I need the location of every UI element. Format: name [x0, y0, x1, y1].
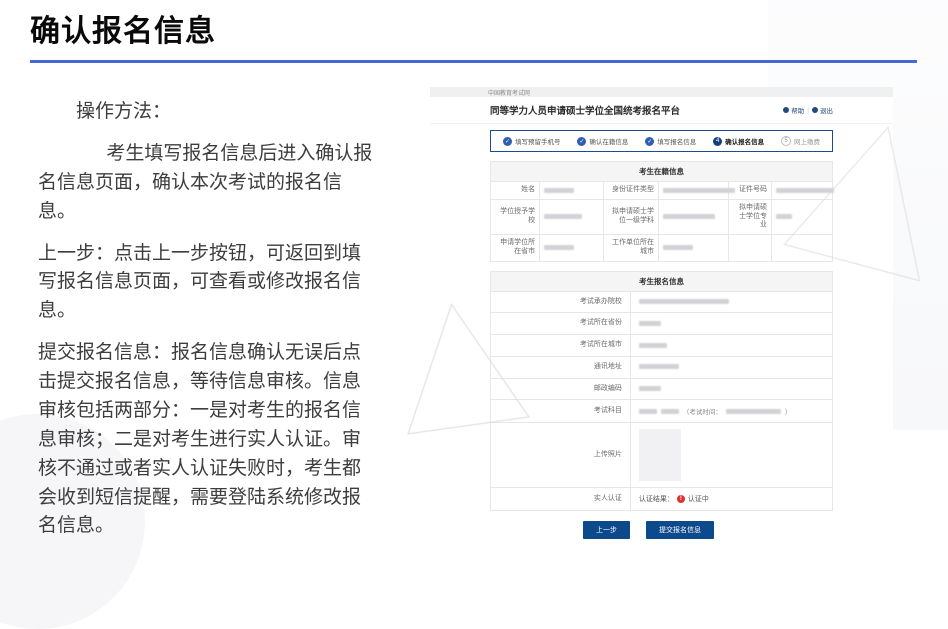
- field-value-redacted: [771, 181, 835, 200]
- field-label: 拟申请硕士学位专业: [727, 198, 773, 236]
- field-value-redacted: [629, 355, 834, 379]
- platform-screenshot: 中国教育考试网 同等学力人员申请硕士学位全国统考报名平台 帮助 | 退出 ✓ 填…: [430, 87, 893, 540]
- step-label: 确认报名信息: [725, 139, 765, 146]
- step-confirm-enrollment[interactable]: ✓ 确认在籍信息: [577, 136, 628, 146]
- alert-icon: !: [676, 495, 685, 504]
- step-fill-phone[interactable]: ✓ 填写预留手机号: [503, 136, 561, 146]
- title-divider: [30, 60, 917, 63]
- field-value-redacted: [629, 312, 834, 335]
- step-label: 填写预留手机号: [515, 139, 561, 146]
- help-label: 帮助: [791, 108, 805, 115]
- table-row: 邮政编码: [490, 377, 834, 401]
- platform-header: 同等学力人员申请硕士学位全国统考报名平台 帮助 | 退出: [430, 97, 893, 124]
- field-label: 考试承办院校: [490, 290, 631, 314]
- field-value-redacted: [629, 290, 834, 314]
- help-icon: [783, 107, 790, 113]
- section-title: 考生在籍信息: [490, 161, 833, 181]
- logout-icon: [812, 107, 818, 113]
- field-label: 申请学位所在省市: [489, 234, 541, 262]
- field-label: 上传照片: [490, 422, 631, 489]
- step-number-badge: 4: [713, 136, 723, 146]
- field-label: 拟申请硕士学位一级学科: [602, 198, 660, 236]
- page-title: 确认报名信息: [30, 15, 216, 48]
- section-enrollment-info: 考生在籍信息 姓名 身份证件类型 证件号码 学位授予学校 拟申请硕士学位一级学科…: [489, 161, 835, 262]
- platform-title: 同等学力人员申请硕士学位全国统考报名平台: [490, 106, 681, 117]
- section-title: 考生报名信息: [490, 270, 833, 291]
- table-row: 实人认证 认证结果： ! 认证中: [490, 487, 834, 512]
- field-value-redacted: [539, 198, 604, 236]
- field-label: 考试所在省份: [490, 312, 631, 335]
- field-value-redacted: [539, 234, 604, 262]
- field-label: 学位授予学校: [489, 198, 541, 236]
- field-label: 考试所在城市: [490, 334, 631, 357]
- field-value-redacted: [658, 198, 729, 236]
- check-icon: ✓: [645, 136, 655, 146]
- section-registration-info: 考生报名信息 考试承办院校 考试所在省份 考试所在城市 通讯地址 邮政编码 考试…: [490, 270, 834, 512]
- table-row: 学位授予学校 拟申请硕士学位一级学科 拟申请硕士学位专业: [489, 198, 833, 236]
- paragraph-prev-step: 上一步：点击上一步按钮，可返回到填写报名信息页面，可查看或修改报名信息。: [38, 242, 362, 322]
- step-label: 网上缴费: [794, 139, 820, 146]
- table-row: 考试承办院校: [490, 290, 834, 314]
- uploaded-photo-placeholder: [638, 429, 681, 482]
- help-button[interactable]: 帮助: [783, 105, 804, 115]
- auth-cell: 认证结果： ! 认证中: [629, 487, 834, 512]
- table-row: 上传照片: [490, 422, 834, 489]
- step-fill-registration[interactable]: ✓ 填写报名信息: [645, 136, 696, 146]
- instructions: 操作方法： 考生填写报名信息后进入确认报名信息页面，确认本次考试的报名信息。 上…: [38, 98, 376, 554]
- step-online-payment[interactable]: 5 网上缴费: [781, 136, 820, 146]
- field-value-redacted: [629, 334, 834, 357]
- table-row: 考试所在省份: [490, 312, 834, 335]
- table-row: 姓名 身份证件类型 证件号码: [489, 181, 835, 200]
- table-row: 考试科目 （考试时间： ）: [490, 399, 834, 424]
- site-topbar-label: 中国教育考试网: [488, 90, 531, 97]
- step-number-badge: 5: [781, 136, 791, 146]
- field-value-redacted: [629, 377, 834, 401]
- logout-label: 退出: [820, 108, 833, 115]
- field-label-empty: [727, 234, 773, 262]
- field-label: 通讯地址: [490, 355, 631, 379]
- logout-button[interactable]: 退出: [812, 105, 833, 115]
- registration-table: 考试承办院校 考试所在省份 考试所在城市 通讯地址 邮政编码 考试科目 （考试时…: [490, 290, 834, 512]
- field-label: 姓名: [489, 181, 541, 200]
- site-topbar: 中国教育考试网: [430, 87, 893, 97]
- field-value-redacted: [725, 408, 781, 414]
- field-label: 考试科目: [490, 399, 631, 424]
- check-icon: ✓: [577, 136, 587, 146]
- paragraph-method-heading: 操作方法：: [76, 101, 172, 122]
- field-value-redacted: [660, 408, 679, 414]
- table-row: 申请学位所在省市 工作单位所在城市: [489, 234, 833, 262]
- exam-time-prefix: （考试时间：: [682, 409, 722, 417]
- field-label: 实人认证: [490, 487, 631, 512]
- field-value-redacted: [658, 234, 729, 262]
- field-value-empty: [771, 234, 833, 262]
- exam-subject-value: （考试时间： ）: [629, 399, 834, 424]
- field-value-redacted: [771, 198, 833, 236]
- field-value-redacted: [539, 181, 604, 200]
- photo-cell: [629, 422, 834, 489]
- field-value-redacted: [638, 408, 657, 414]
- header-actions: 帮助 | 退出: [783, 105, 833, 115]
- step-label: 填写报名信息: [657, 139, 697, 146]
- auth-status-badge: 认证中: [687, 496, 709, 504]
- header-separator: |: [807, 106, 809, 114]
- table-row: 考试所在城市: [490, 334, 834, 357]
- paragraph-intro: 考生填写报名信息后进入确认报名信息页面，确认本次考试的报名信息。: [38, 142, 373, 222]
- progress-stepper: ✓ 填写预留手机号 ✓ 确认在籍信息 ✓ 填写报名信息 4 确认报名信息 5 网…: [490, 130, 833, 152]
- field-label: 工作单位所在城市: [602, 234, 660, 262]
- check-icon: ✓: [503, 136, 512, 146]
- paragraph-submit: 提交报名信息：报名信息确认无误后点击提交报名信息，等待信息审核。信息审核包括两部…: [38, 342, 362, 537]
- step-label: 确认在籍信息: [589, 139, 629, 146]
- field-value-redacted: [658, 181, 736, 200]
- field-label: 邮政编码: [490, 377, 631, 401]
- table-row: 通讯地址: [490, 355, 834, 379]
- enrollment-table: 姓名 身份证件类型 证件号码 学位授予学校 拟申请硕士学位一级学科 拟申请硕士学…: [489, 181, 835, 262]
- exam-time-suffix: ）: [784, 409, 792, 417]
- field-label: 身份证件类型: [602, 181, 660, 200]
- auth-result-label: 认证结果：: [638, 496, 674, 504]
- step-confirm-registration[interactable]: 4 确认报名信息: [713, 136, 764, 146]
